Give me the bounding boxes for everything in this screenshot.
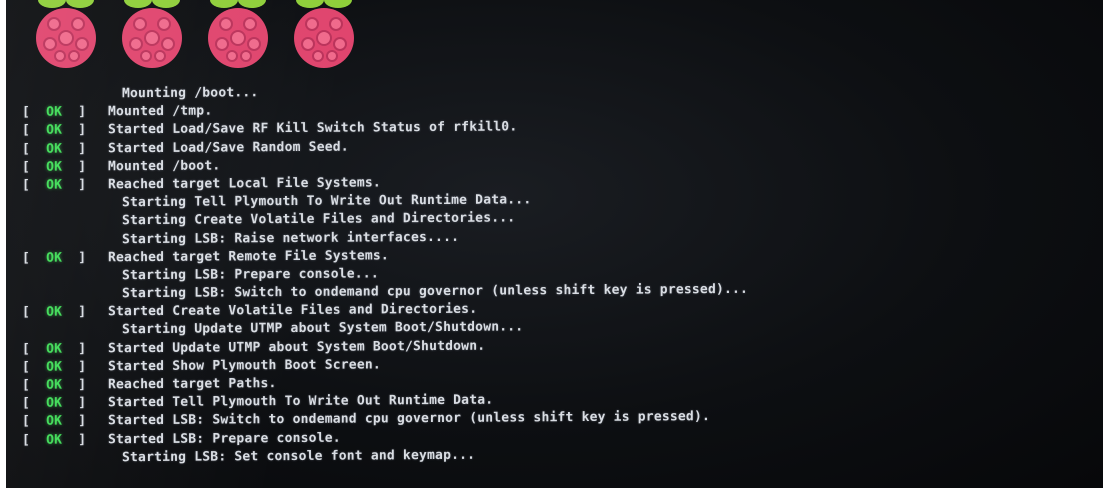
ok-label: OK (46, 395, 63, 411)
status-bracket-open: [ (6, 304, 47, 321)
boot-log-message: Started Load/Save Random Seed. (108, 139, 349, 156)
boot-log-message: Reached target Paths. (108, 376, 277, 393)
ok-label: OK (46, 413, 63, 430)
ok-status-badge: [ OK ] (6, 176, 108, 195)
status-bracket-close: ] (62, 250, 95, 266)
raspberry-pi-logo-icon (294, 0, 354, 68)
status-bracket-open: [ (6, 341, 47, 357)
status-bracket-open: [ (6, 104, 47, 121)
ok-status-badge: [ OK ] (6, 413, 108, 432)
ok-label: OK (46, 250, 63, 266)
raspberry-pi-logo-icon (208, 0, 268, 68)
raspberry-logo-row (30, 0, 360, 74)
status-bracket-open: [ (6, 432, 47, 448)
status-bracket-close: ] (62, 395, 95, 411)
ok-label: OK (46, 341, 63, 357)
status-bracket-open: [ (6, 395, 47, 412)
ok-label: OK (46, 159, 63, 175)
boot-log-message: Started Show Plymouth Boot Screen. (108, 357, 381, 375)
ok-label: OK (46, 377, 63, 393)
status-bracket-close: ] (62, 104, 95, 120)
status-bracket-open: [ (6, 250, 47, 266)
status-bracket-open: [ (6, 359, 47, 375)
ok-status-badge: [ OK ] (6, 340, 108, 359)
ok-status-badge: [ OK ] (6, 122, 108, 141)
photo-frame: Mounting /boot... [ OK ] Mounted /tmp. [… (0, 0, 1103, 488)
ok-label: OK (46, 304, 63, 320)
status-bracket-open: [ (6, 377, 47, 393)
status-bracket-close: ] (62, 341, 95, 357)
status-bracket-open: [ (6, 141, 47, 157)
ok-status-badge: [ OK ] (6, 376, 108, 395)
raspberry-pi-logo-icon (122, 0, 182, 68)
status-bracket-close: ] (62, 359, 95, 375)
ok-status-badge: [ OK ] (6, 431, 108, 450)
ok-label: OK (46, 104, 63, 120)
status-bracket-open: [ (6, 414, 47, 430)
status-bracket-close: ] (62, 140, 95, 157)
boot-log-message: Mounted /tmp. (108, 103, 213, 120)
boot-log-message: Started LSB: Prepare console. (108, 430, 341, 447)
ok-status-badge: [ OK ] (6, 103, 108, 122)
ok-label: OK (46, 177, 63, 193)
ok-label: OK (46, 141, 63, 157)
status-bracket-close: ] (62, 431, 95, 448)
boot-log: Mounting /boot... [ OK ] Mounted /tmp. [… (6, 78, 1103, 468)
status-bracket-close: ] (62, 177, 95, 193)
status-bracket-open: [ (6, 177, 47, 193)
status-bracket-close: ] (62, 304, 95, 320)
ok-label: OK (46, 122, 63, 139)
boot-log-message: Reached target Remote File Systems. (108, 248, 389, 265)
status-bracket-close: ] (62, 122, 95, 138)
boot-log-message: Mounting /boot... (122, 85, 259, 102)
ok-status-badge: [ OK ] (6, 358, 108, 377)
boot-log-message: Starting LSB: Raise network interfaces..… (122, 229, 460, 247)
ok-label: OK (46, 359, 63, 375)
ok-status-badge: [ OK ] (6, 158, 108, 177)
ok-label: OK (46, 432, 63, 448)
status-bracket-open: [ (6, 159, 47, 175)
ok-status-badge: [ OK ] (6, 394, 108, 413)
boot-log-message: Mounted /boot. (108, 158, 221, 175)
ok-status-badge: [ OK ] (6, 140, 108, 159)
ok-status-badge: [ OK ] (6, 304, 108, 323)
status-bracket-open: [ (6, 123, 47, 139)
boot-console-screen: Mounting /boot... [ OK ] Mounted /tmp. [… (6, 0, 1103, 488)
boot-log-message: Starting LSB: Prepare console... (122, 266, 379, 284)
status-bracket-close: ] (62, 413, 95, 429)
boot-log-message: Starting LSB: Set console font and keyma… (122, 447, 476, 465)
status-bracket-close: ] (62, 377, 95, 393)
ok-status-badge: [ OK ] (6, 249, 108, 268)
boot-log-message: Reached target Local File Systems. (108, 175, 381, 193)
raspberry-pi-logo-icon (36, 0, 96, 68)
status-bracket-close: ] (62, 159, 95, 175)
boot-log-message: Started Load/Save RF Kill Switch Status … (108, 119, 518, 138)
boot-log-message: Started Update UTMP about System Boot/Sh… (108, 338, 486, 356)
